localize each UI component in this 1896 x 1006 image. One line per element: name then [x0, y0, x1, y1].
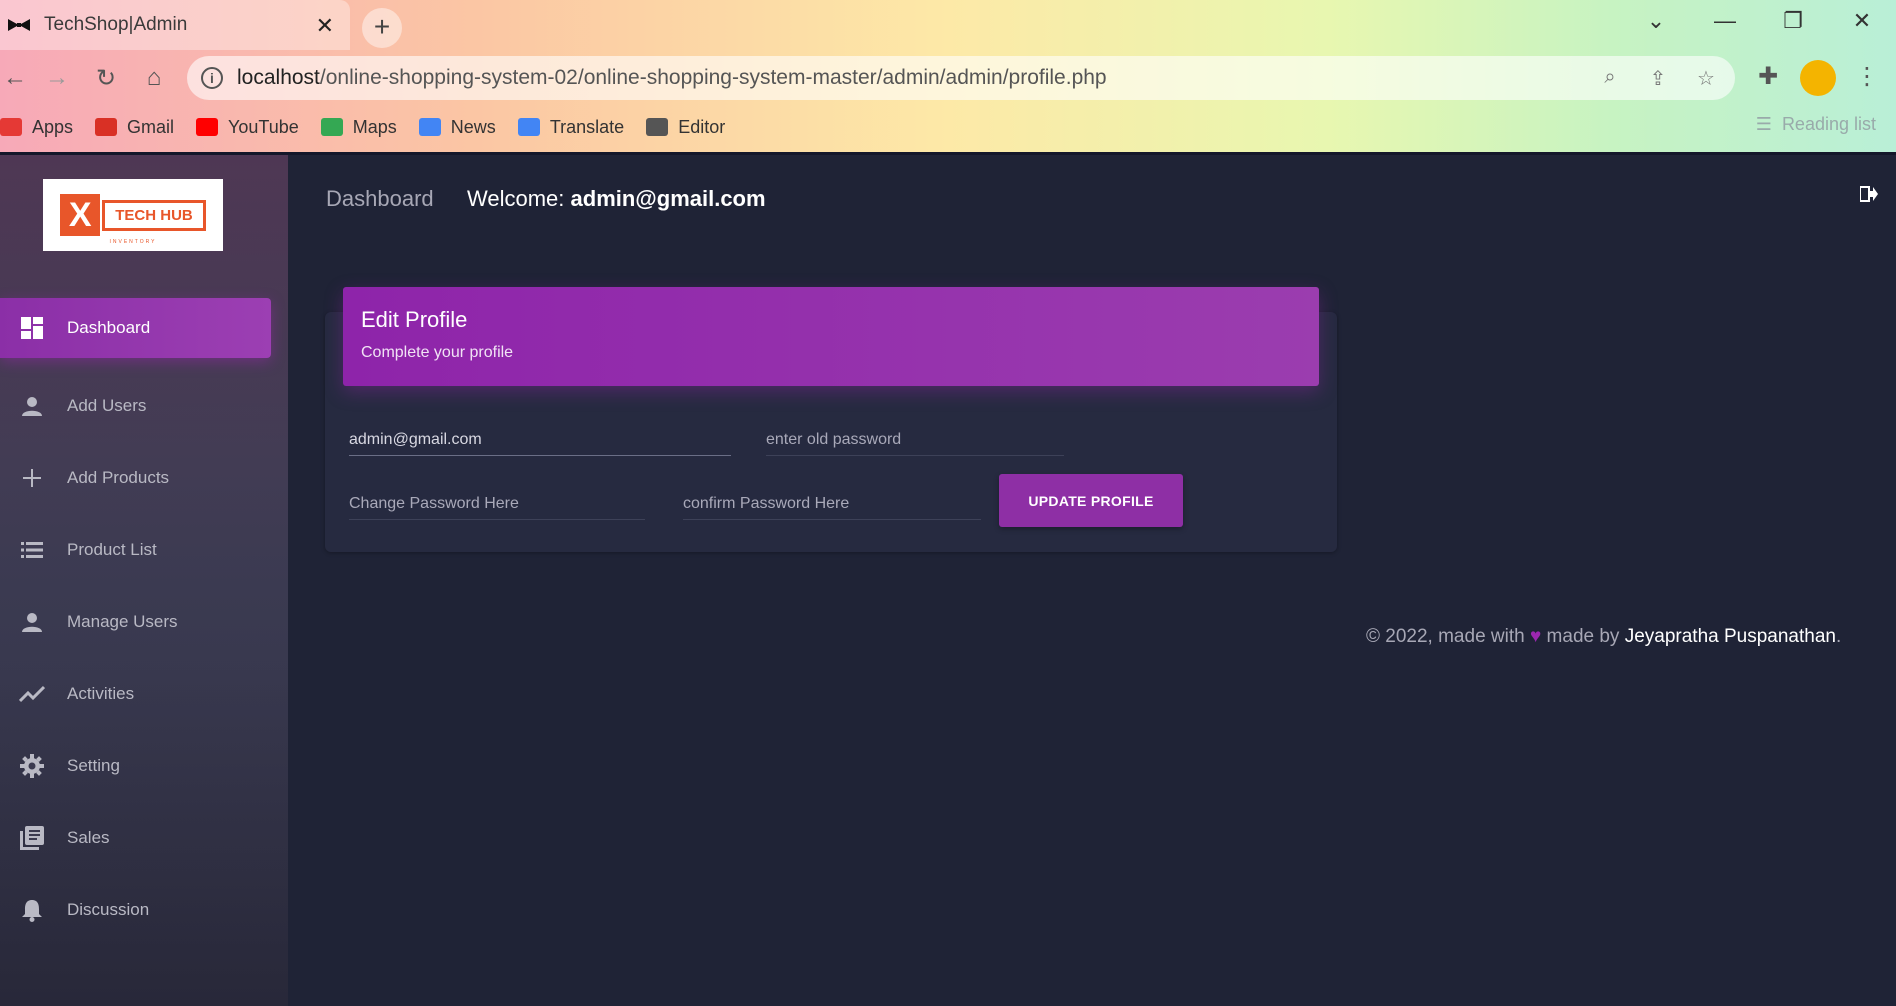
- sidebar-item-discussion[interactable]: Discussion: [0, 874, 288, 946]
- card-title: Edit Profile: [361, 307, 468, 332]
- maps-icon: [320, 118, 343, 136]
- old-password-field[interactable]: [766, 424, 1064, 456]
- email-input[interactable]: [349, 424, 731, 455]
- dashboard-icon: [17, 317, 47, 339]
- reload-button[interactable]: ↻: [91, 64, 121, 93]
- bookmark-gmail[interactable]: Gmail: [95, 117, 174, 138]
- forward-button[interactable]: →: [42, 64, 72, 92]
- sidebar-nav: Dashboard Add Users Add Products Product Li…: [0, 298, 288, 946]
- sidebar-item-sales[interactable]: Sales: [0, 802, 288, 874]
- sidebar-item-label: Add Users: [67, 396, 147, 415]
- bookmark-apps[interactable]: Apps: [0, 117, 73, 138]
- card-subtitle: Complete your profile: [361, 344, 514, 361]
- bookmark-star-icon[interactable]: ☆: [1693, 66, 1719, 91]
- sidebar-item-dashboard[interactable]: Dashboard: [0, 298, 271, 358]
- share-icon[interactable]: ⇪: [1645, 66, 1671, 91]
- sidebar-item-product-list[interactable]: Product List: [0, 514, 288, 586]
- site-info-icon[interactable]: i: [201, 67, 223, 89]
- browser-tab[interactable]: TechShop|Admin ✕: [0, 0, 350, 50]
- logo[interactable]: X TECH HUB INVENTORY: [43, 179, 223, 251]
- sidebar-item-label: Sales: [67, 828, 110, 847]
- bookmarks-bar: Apps Gmail YouTube Maps News Translate Editor: [0, 110, 747, 144]
- url-text[interactable]: localhost/online-shopping-system-02/onli…: [237, 66, 1107, 90]
- sidebar-item-label: Setting: [67, 756, 120, 775]
- person-icon: [17, 395, 47, 417]
- translate-icon: [517, 118, 540, 136]
- tab-title: TechShop|Admin: [44, 14, 188, 35]
- confirm-password-field[interactable]: [683, 488, 981, 520]
- page-title[interactable]: Dashboard: [326, 186, 434, 212]
- plus-icon: [17, 468, 47, 488]
- logo-mark-icon: X: [60, 194, 101, 236]
- person-icon: [17, 611, 47, 633]
- sidebar-item-add-users[interactable]: Add Users: [0, 370, 288, 442]
- extensions-icon[interactable]: ✚: [1753, 62, 1783, 91]
- tab-close-icon[interactable]: ✕: [316, 13, 334, 39]
- profile-card-header: Edit Profile Complete your profile: [343, 287, 1319, 386]
- news-icon: [418, 118, 441, 136]
- minimize-button[interactable]: —: [1705, 8, 1745, 34]
- bookmark-news[interactable]: News: [418, 117, 496, 138]
- welcome-text: Welcome: admin@gmail.com: [467, 186, 766, 211]
- browser-chrome: TechShop|Admin ✕ + ⌄ — ❐ ✕ ← → ↻ ⌂ i loc…: [0, 0, 1896, 154]
- trending-icon: [17, 685, 47, 703]
- apps-grid-icon: [0, 118, 22, 136]
- bowtie-favicon-icon: [8, 18, 30, 32]
- sidebar-item-activities[interactable]: Activities: [0, 658, 288, 730]
- restore-button[interactable]: ❐: [1773, 8, 1813, 34]
- avatar[interactable]: [1800, 60, 1836, 96]
- confirm-password-input[interactable]: [683, 488, 981, 519]
- library-books-icon: [17, 826, 47, 850]
- sidebar-item-manage-users[interactable]: Manage Users: [0, 586, 288, 658]
- list-icon: [17, 541, 47, 559]
- back-button[interactable]: ←: [0, 64, 30, 92]
- gear-icon: [17, 754, 47, 778]
- reading-list[interactable]: ☰ Reading list: [1756, 114, 1876, 135]
- bookmark-maps[interactable]: Maps: [320, 117, 397, 138]
- bookmark-editor[interactable]: Editor: [646, 117, 725, 138]
- sidebar-item-label: Add Products: [67, 468, 170, 487]
- bell-icon: [17, 898, 47, 922]
- footer: © 2022, made with ♥ made by Jeyapratha P…: [1366, 626, 1842, 647]
- sidebar-item-label: Discussion: [67, 900, 150, 919]
- bookmark-translate[interactable]: Translate: [517, 117, 624, 138]
- tab-search-icon[interactable]: ⌄: [1636, 8, 1676, 34]
- bookmark-youtube[interactable]: YouTube: [196, 117, 299, 138]
- sidebar: X TECH HUB INVENTORY Dashboard Add Users A…: [0, 155, 288, 1006]
- sidebar-item-label: Activities: [67, 684, 135, 703]
- editor-icon: [646, 118, 669, 136]
- heart-icon: ♥: [1529, 626, 1542, 647]
- logo-subtext: INVENTORY: [109, 239, 157, 245]
- sidebar-item-label: Product List: [67, 540, 157, 559]
- sidebar-item-label: Dashboard: [67, 318, 151, 337]
- new-password-input[interactable]: [349, 488, 645, 519]
- gmail-icon: [95, 118, 118, 136]
- sidebar-item-setting[interactable]: Setting: [0, 730, 288, 802]
- youtube-icon: [196, 118, 219, 136]
- sidebar-item-add-products[interactable]: Add Products: [0, 442, 288, 514]
- new-password-field[interactable]: [349, 488, 645, 520]
- update-profile-button[interactable]: UPDATE PROFILE: [999, 474, 1183, 527]
- old-password-input[interactable]: [766, 424, 1064, 455]
- author-link[interactable]: Jeyapratha Puspanathan: [1625, 626, 1836, 647]
- logo-text: TECH HUB: [102, 199, 206, 231]
- address-bar[interactable]: i localhost/online-shopping-system-02/on…: [187, 56, 1735, 100]
- sidebar-item-label: Manage Users: [67, 612, 178, 631]
- zoom-icon[interactable]: ⌕: [1597, 66, 1623, 89]
- email-field[interactable]: [349, 424, 731, 456]
- close-window-button[interactable]: ✕: [1842, 8, 1882, 34]
- new-tab-button[interactable]: +: [362, 8, 402, 48]
- reading-list-icon: ☰: [1755, 114, 1772, 134]
- home-button[interactable]: ⌂: [139, 64, 169, 92]
- logout-icon[interactable]: [1859, 186, 1878, 207]
- menu-kebab-icon[interactable]: ⋮: [1852, 62, 1882, 91]
